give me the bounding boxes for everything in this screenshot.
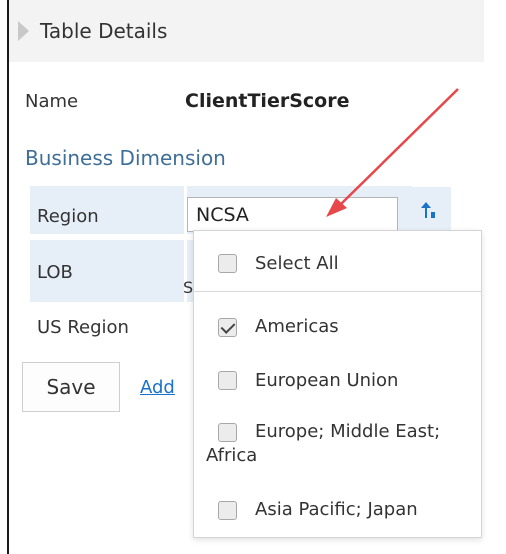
option-checkbox-americas[interactable] bbox=[218, 318, 237, 337]
region-dropdown: Select All Americas European Union Europ… bbox=[193, 230, 482, 538]
panel-header[interactable]: Table Details bbox=[9, 0, 484, 62]
region-label: Region bbox=[37, 206, 99, 227]
lob-value: S bbox=[183, 278, 194, 297]
dropdown-divider bbox=[194, 291, 481, 292]
panel-title: Table Details bbox=[40, 19, 168, 43]
triangle-right-icon[interactable] bbox=[18, 21, 29, 41]
option-label-european-union[interactable]: European Union bbox=[255, 369, 398, 393]
select-all-checkbox[interactable] bbox=[218, 254, 237, 273]
us-region-label: US Region bbox=[37, 317, 129, 338]
add-link[interactable]: Add bbox=[140, 377, 175, 398]
name-value: ClientTierScore bbox=[185, 90, 350, 112]
save-button[interactable]: Save bbox=[22, 362, 120, 412]
sort-up-icon bbox=[421, 202, 435, 218]
name-label: Name bbox=[25, 91, 79, 112]
region-input[interactable]: NCSA bbox=[187, 197, 398, 232]
option-label-asia-pacific[interactable]: Asia Pacific; Japan bbox=[255, 498, 418, 522]
select-all-label[interactable]: Select All bbox=[255, 252, 339, 276]
option-label-emea[interactable]: Europe; Middle East; Africa bbox=[206, 420, 441, 468]
option-label-americas[interactable]: Americas bbox=[255, 315, 339, 339]
sort-button[interactable] bbox=[405, 187, 451, 233]
option-checkbox-asia-pacific[interactable] bbox=[218, 501, 237, 520]
option-checkbox-european-union[interactable] bbox=[218, 371, 237, 390]
section-title: Business Dimension bbox=[25, 146, 226, 170]
lob-label: LOB bbox=[37, 262, 73, 283]
